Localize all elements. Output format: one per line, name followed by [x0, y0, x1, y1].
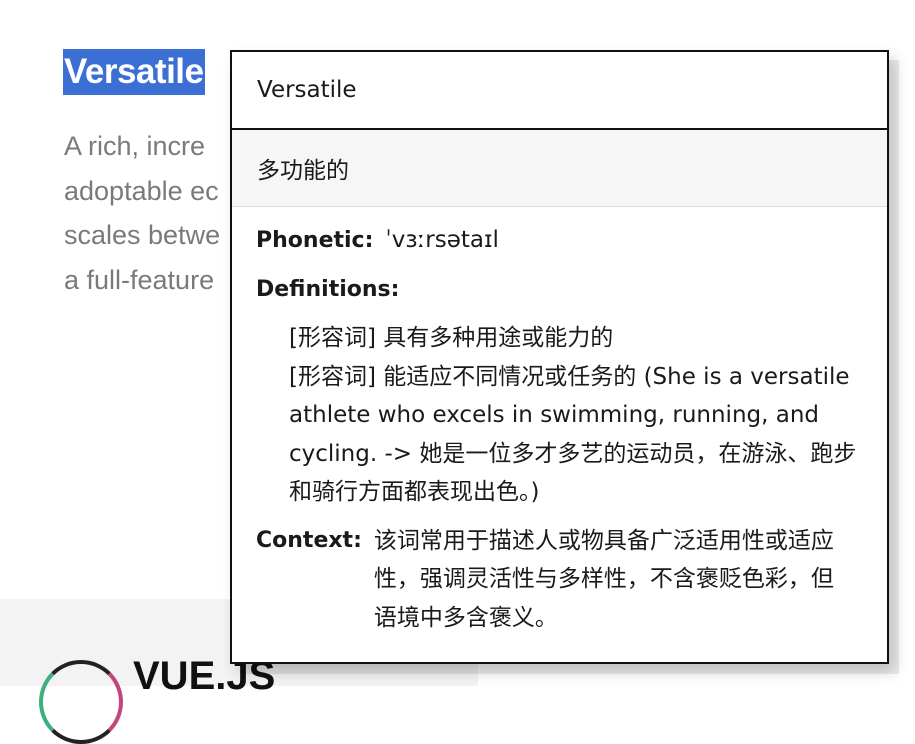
definitions-list: [形容词] 具有多种用途或能力的 [形容词] 能适应不同情况或任务的 (She …: [289, 319, 863, 512]
page-heading-selected: Versatile: [63, 49, 205, 95]
phonetic-label: Phonetic:: [256, 228, 374, 253]
popup-translation-bar: 多功能的: [232, 130, 887, 207]
context-label: Context:: [256, 527, 362, 553]
context-value: 该词常用于描述人或物具备广泛适用性或适应性，强调灵活性与多样性，不含褒贬色彩，但…: [373, 527, 834, 631]
phonetic-value: ˈvɜːrsətaɪl: [385, 227, 499, 253]
dictionary-popup: Versatile 多功能的 Phonetic: ˈvɜːrsətaɪl Def…: [230, 50, 889, 664]
popup-body: Phonetic: ˈvɜːrsətaɪl Definitions: [形容词]…: [232, 207, 887, 637]
popup-translation: 多功能的: [257, 158, 349, 184]
popup-word-header: Versatile: [232, 52, 887, 130]
definition-item: [形容词] 具有多种用途或能力的: [289, 325, 614, 351]
definitions-label: Definitions:: [256, 277, 400, 302]
context-row: Context: 该词常用于描述人或物具备广泛适用性或适应性，强调灵活性与多样性…: [256, 522, 863, 638]
phonetic-row: Phonetic: ˈvɜːrsətaɪl: [256, 227, 863, 265]
vue-logo-icon: [39, 660, 123, 744]
popup-word: Versatile: [257, 77, 357, 103]
definition-item: [形容词] 能适应不同情况或任务的 (She is a versatile at…: [289, 363, 857, 506]
